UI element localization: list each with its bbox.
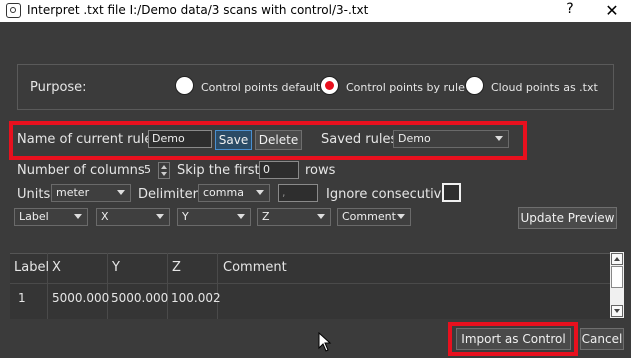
columns-spinner[interactable] xyxy=(158,162,170,179)
skip-input[interactable]: 0 xyxy=(259,161,299,179)
chevron-down-icon xyxy=(117,190,125,195)
chevron-up-icon xyxy=(614,257,620,261)
rule-name-input[interactable]: Demo xyxy=(148,130,212,148)
delimiter-dropdown[interactable]: comma xyxy=(198,184,270,202)
chevron-down-icon xyxy=(237,214,245,219)
spin-up-icon[interactable] xyxy=(161,165,167,169)
table-cell: 5000.000 xyxy=(111,291,169,305)
help-button[interactable]: ? xyxy=(560,1,580,21)
column-map-3-value: Y xyxy=(182,210,189,223)
chevron-down-icon xyxy=(614,309,620,313)
column-map-2[interactable]: X xyxy=(96,208,170,226)
window-title: Interpret .txt file I:/Demo data/3 scans… xyxy=(27,3,369,17)
chevron-down-icon xyxy=(397,214,405,219)
column-map-2-value: X xyxy=(101,210,109,223)
header-divider xyxy=(10,283,610,284)
table-cell: 5000.000 xyxy=(52,291,110,305)
ignore-consecutive-checkbox[interactable] xyxy=(442,183,461,202)
mouse-cursor-icon xyxy=(318,332,332,352)
columns-input[interactable]: 5 xyxy=(141,162,157,179)
saved-rules-label: Saved rules xyxy=(321,132,398,147)
saved-rules-value: Demo xyxy=(398,132,431,145)
purpose-label: Purpose: xyxy=(30,80,87,95)
table-cell: 1 xyxy=(18,291,26,305)
columns-label: Number of columns xyxy=(17,163,145,178)
chevron-down-icon xyxy=(495,136,503,141)
radio-control-points-by-rule[interactable] xyxy=(320,76,339,95)
scroll-thumb[interactable] xyxy=(611,266,623,288)
column-map-3[interactable]: Y xyxy=(177,208,251,226)
scroll-down-button[interactable] xyxy=(611,305,623,317)
units-value: meter xyxy=(56,186,90,199)
column-map-4[interactable]: Z xyxy=(257,208,331,226)
cancel-button[interactable]: Cancel xyxy=(580,328,624,350)
scroll-up-button[interactable] xyxy=(611,253,623,265)
column-divider xyxy=(217,253,218,319)
delimiter-value: comma xyxy=(203,186,244,199)
ignore-consecutive-label: Ignore consecutive xyxy=(326,187,450,202)
radio-label-control-points-by-rule[interactable]: Control points by rule xyxy=(346,81,465,94)
radio-label-cloud-points-as-txt[interactable]: Cloud points as .txt xyxy=(491,81,598,94)
chevron-down-icon xyxy=(317,214,325,219)
delimiter-char-input[interactable]: , xyxy=(278,184,318,202)
delete-button[interactable]: Delete xyxy=(255,130,302,150)
update-preview-button[interactable]: Update Preview xyxy=(518,207,617,229)
column-header-z[interactable]: Z xyxy=(172,260,181,275)
chevron-down-icon xyxy=(74,214,82,219)
table-cell: 100.002 xyxy=(171,291,221,305)
rule-name-label: Name of current rule xyxy=(17,132,153,147)
column-map-1[interactable]: Label xyxy=(14,208,88,226)
column-header-comment[interactable]: Comment xyxy=(223,260,287,275)
column-divider xyxy=(167,253,168,319)
column-map-4-value: Z xyxy=(262,210,270,223)
column-map-5[interactable]: Comment xyxy=(337,208,411,226)
column-header-label[interactable]: Label xyxy=(14,260,49,275)
radio-label-control-points-default[interactable]: Control points default xyxy=(201,81,320,94)
save-button[interactable]: Save xyxy=(215,130,252,150)
chevron-down-icon xyxy=(256,190,264,195)
units-dropdown[interactable]: meter xyxy=(51,184,131,202)
preview-table xyxy=(10,253,624,319)
app-icon xyxy=(6,3,21,18)
saved-rules-dropdown[interactable]: Demo xyxy=(393,130,509,148)
column-map-1-value: Label xyxy=(19,210,49,223)
spin-down-icon[interactable] xyxy=(161,172,167,176)
table-scrollbar[interactable] xyxy=(610,252,624,318)
chevron-down-icon xyxy=(156,214,164,219)
rows-label: rows xyxy=(305,163,336,178)
close-button[interactable]: ✕ xyxy=(600,1,624,21)
import-as-control-button[interactable]: Import as Control xyxy=(456,328,571,350)
column-header-x[interactable]: X xyxy=(52,260,61,275)
radio-cloud-points-as-txt[interactable] xyxy=(465,76,484,95)
radio-control-points-default[interactable] xyxy=(175,76,194,95)
column-divider xyxy=(107,253,108,319)
column-header-y[interactable]: Y xyxy=(112,260,120,275)
delimiter-label: Delimiter xyxy=(138,187,198,202)
column-map-5-value: Comment xyxy=(342,210,396,223)
units-label: Units xyxy=(17,187,51,202)
skip-label: Skip the first xyxy=(177,163,260,178)
